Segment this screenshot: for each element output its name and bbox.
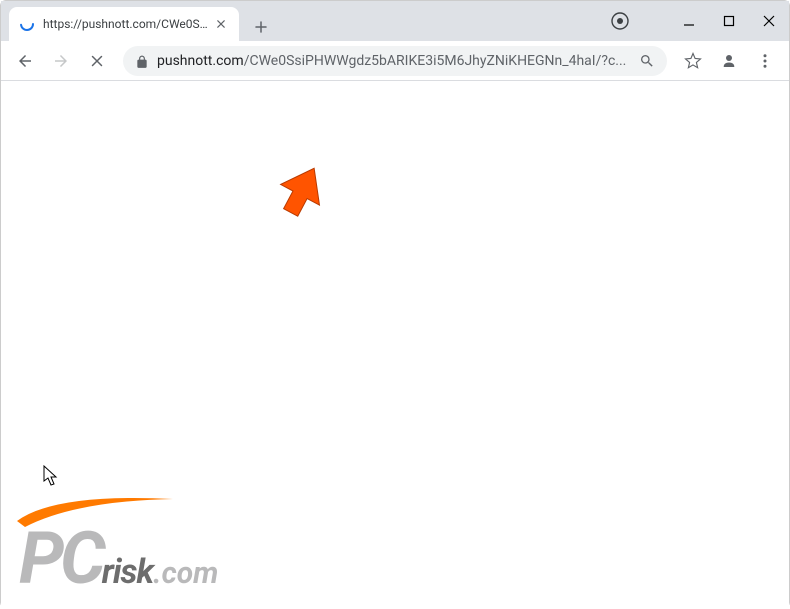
watermark-risk: risk <box>102 552 153 592</box>
browser-tab[interactable]: https://pushnott.com/CWe0SsiPH <box>9 7 239 41</box>
address-bar[interactable]: pushnott.com/CWe0SsiPHWWgdz5bARIKE3i5M6J… <box>123 46 667 76</box>
back-button[interactable] <box>9 45 41 77</box>
media-indicator-icon <box>611 12 629 30</box>
watermark-pc: PC <box>19 516 102 601</box>
watermark-logo: PC risk .com <box>19 516 218 601</box>
lock-icon <box>135 54 149 68</box>
page-content: PC risk .com <box>1 81 789 609</box>
titlebar: https://pushnott.com/CWe0SsiPH <box>1 1 789 41</box>
close-window-button[interactable] <box>755 7 783 35</box>
tab-title: https://pushnott.com/CWe0SsiPH <box>43 17 209 31</box>
url-path: /CWe0SsiPHWWgdz5bARIKE3i5M6JhyZNiKHEGNn_… <box>244 53 627 69</box>
loading-spinner-icon <box>19 16 35 32</box>
maximize-button[interactable] <box>715 7 743 35</box>
annotation-arrow-icon <box>271 163 331 227</box>
stop-reload-button[interactable] <box>81 45 113 77</box>
menu-button[interactable] <box>749 45 781 77</box>
url-text: pushnott.com/CWe0SsiPHWWgdz5bARIKE3i5M6J… <box>157 53 631 69</box>
watermark-com: .com <box>153 556 218 591</box>
window-controls <box>675 7 783 35</box>
toolbar: pushnott.com/CWe0SsiPHWWgdz5bARIKE3i5M6J… <box>1 41 789 81</box>
bookmark-button[interactable] <box>677 45 709 77</box>
minimize-button[interactable] <box>675 7 703 35</box>
search-in-page-icon[interactable] <box>639 53 655 69</box>
cursor-icon <box>43 465 59 491</box>
profile-button[interactable] <box>713 45 745 77</box>
new-tab-button[interactable] <box>247 13 275 41</box>
url-domain: pushnott.com <box>157 53 244 69</box>
tab-close-button[interactable] <box>213 16 229 32</box>
forward-button[interactable] <box>45 45 77 77</box>
